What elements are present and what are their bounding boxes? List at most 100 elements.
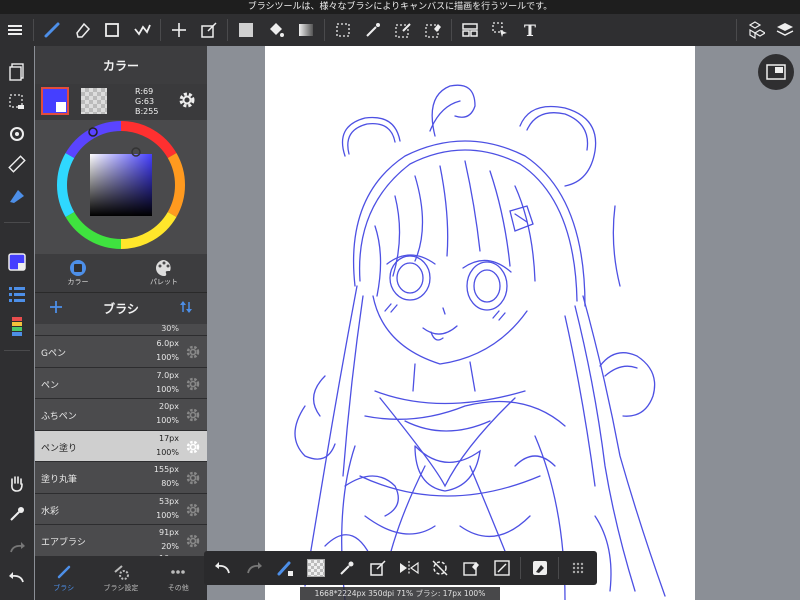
brush-settings-gear-icon[interactable] (185, 502, 201, 522)
ruler-icon[interactable] (2, 150, 32, 178)
brush-panel: ブラシ 30% Gペン 6.0px 100% ペン 7.0px 100% ふちペン 20px 1… (35, 292, 207, 600)
magic-wand-icon[interactable] (358, 15, 388, 45)
clear-icon[interactable] (455, 553, 486, 583)
navigator-button[interactable] (758, 54, 794, 90)
rotate-icon[interactable] (2, 120, 32, 148)
sketch-drawing (294, 84, 666, 600)
table-row[interactable]: エアブラシ 91px 20% (35, 525, 207, 556)
brush-icon[interactable] (37, 15, 67, 45)
select-move-icon[interactable] (485, 15, 515, 45)
table-row[interactable]: 塗り丸筆 155px 80% (35, 462, 207, 494)
select-pen-icon[interactable] (388, 15, 418, 45)
brush-opacity: 100% (156, 416, 179, 425)
sort-brush-icon[interactable] (179, 299, 193, 318)
layer-color-icon[interactable] (2, 312, 32, 340)
toolbar-divider (33, 19, 34, 41)
table-row[interactable]: 水彩 53px 100% (35, 493, 207, 525)
toolbar-divider (736, 19, 737, 41)
tab-brush-settings[interactable]: ブラシ設定 (92, 556, 149, 600)
select-eraser-icon[interactable] (418, 15, 448, 45)
color-panel-tabs: カラー パレット (35, 254, 207, 292)
main-color-swatch[interactable] (41, 87, 69, 115)
brush-quick-icon[interactable] (270, 553, 301, 583)
brush-name: エアブラシ (41, 538, 86, 548)
text-icon[interactable]: T (515, 15, 545, 45)
brush-opacity: 20% (161, 542, 179, 551)
brush-opacity: 100% (156, 447, 179, 457)
color-wheel-area[interactable] (35, 120, 207, 254)
sub-color-swatch[interactable] (81, 88, 107, 114)
brush-name: 塗り丸筆 (41, 475, 78, 485)
tab-brush-label: ブラシ (53, 583, 75, 592)
table-row[interactable]: ペン 7.0px 100% (35, 367, 207, 399)
redo-icon[interactable] (239, 553, 270, 583)
color-swatch-row: R:69 G:63 B:255 (35, 84, 207, 120)
material-quick-icon[interactable] (524, 553, 555, 583)
bottombar-divider (558, 557, 560, 579)
selection-panel-icon[interactable] (2, 88, 32, 116)
brush-settings-icon (114, 564, 129, 580)
eyedropper-icon[interactable] (332, 553, 363, 583)
layout-icon[interactable] (455, 15, 485, 45)
table-row[interactable]: ふちペン 20px 100% (35, 399, 207, 431)
value-overlay (90, 154, 152, 216)
brush-settings-gear-icon[interactable] (185, 376, 201, 396)
canvas-area[interactable] (207, 46, 800, 600)
brush-opacity: 100% (156, 353, 179, 362)
drawing-canvas[interactable] (265, 46, 695, 600)
undo-icon[interactable] (208, 553, 239, 583)
brush-settings-gear-icon[interactable] (185, 407, 201, 427)
brush-name: 水彩 (41, 506, 60, 517)
select-icon[interactable] (328, 15, 358, 45)
table-row[interactable]: Gペン 6.0px 100% (35, 336, 207, 368)
fill-blur-icon[interactable] (127, 15, 157, 45)
color-panel-icon[interactable] (2, 248, 32, 276)
strip-divider (4, 222, 30, 223)
tab-color[interactable]: カラー (35, 254, 121, 292)
gradient-icon[interactable] (291, 15, 321, 45)
eyedropper-icon[interactable] (2, 500, 32, 528)
pages-icon[interactable] (2, 58, 32, 86)
hand-icon[interactable] (2, 470, 32, 498)
3d-model-icon[interactable] (740, 15, 770, 45)
top-toolbar: T (0, 14, 800, 46)
toolbar-grip-icon[interactable] (562, 553, 593, 583)
add-brush-icon[interactable] (49, 299, 63, 318)
material-icon[interactable] (2, 182, 32, 210)
layers-icon[interactable] (770, 15, 800, 45)
table-row[interactable]: ペン塗り 17px 100% (35, 430, 207, 462)
brush-name: Gペン (41, 349, 66, 359)
tab-palette-label: パレット (150, 278, 178, 286)
shape-icon[interactable] (97, 15, 127, 45)
bucket-icon[interactable] (261, 15, 291, 45)
brush-list-icon[interactable] (2, 280, 32, 308)
snap-off-icon[interactable] (424, 553, 455, 583)
brush-settings-gear-icon[interactable] (185, 439, 201, 459)
tab-color-label: カラー (67, 278, 89, 286)
strip-divider (4, 350, 30, 351)
tab-brush[interactable]: ブラシ (35, 556, 92, 600)
undo-icon[interactable] (2, 564, 32, 592)
eraser-icon[interactable] (67, 15, 97, 45)
color-settings-gear-icon[interactable] (177, 90, 197, 114)
redo-icon[interactable] (2, 534, 32, 562)
fullscreen-icon[interactable] (486, 553, 517, 583)
flip-horizontal-icon[interactable] (394, 553, 425, 583)
transparent-color-icon[interactable] (301, 553, 332, 583)
color-panel-title: カラー (35, 46, 207, 84)
brush-settings-gear-icon[interactable] (185, 344, 201, 364)
bottom-quick-toolbar (204, 551, 597, 585)
transform-icon[interactable] (194, 15, 224, 45)
brush-settings-gear-icon[interactable] (185, 470, 201, 490)
move-icon[interactable] (164, 15, 194, 45)
tab-palette[interactable]: パレット (121, 254, 207, 292)
brush-settings-gear-icon[interactable] (185, 533, 201, 553)
list-item[interactable]: 30% (35, 324, 207, 336)
fill-color-icon[interactable] (231, 15, 261, 45)
tab-other[interactable]: その他 (150, 556, 207, 600)
brush-list[interactable]: 30% Gペン 6.0px 100% ペン 7.0px 100% ふちペン 20px 100% ペ… (35, 324, 207, 556)
transform-icon[interactable] (363, 553, 394, 583)
brush-opacity: 100% (156, 510, 179, 520)
menu-icon[interactable] (0, 15, 30, 45)
brush-size: 53px (159, 496, 179, 506)
